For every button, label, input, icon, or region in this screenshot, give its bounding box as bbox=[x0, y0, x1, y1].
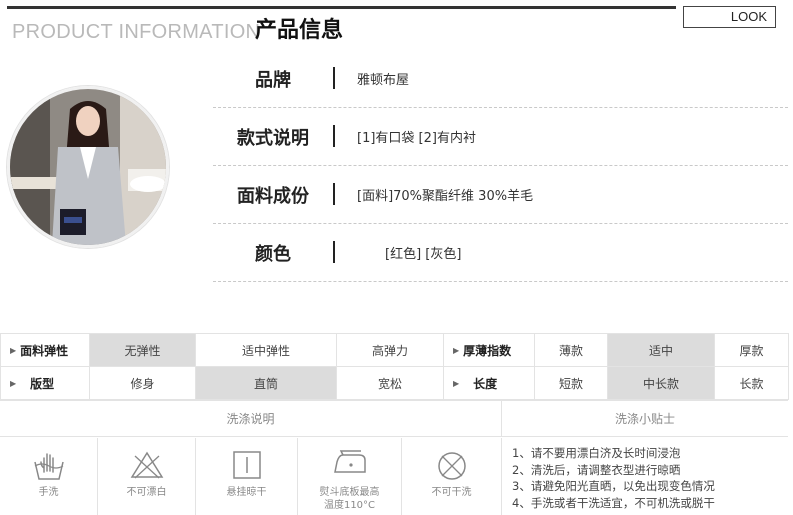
info-row-fabric: 面料成份 [面料]70%聚酯纤维 30%羊毛 bbox=[213, 168, 788, 224]
no-dry-clean-icon bbox=[437, 452, 466, 480]
info-value: [红色] [灰色] bbox=[385, 247, 462, 262]
iron-icon bbox=[333, 450, 366, 473]
wash-tips-list: 1、请不要用漂白济及长时间浸泡 2、清洗后，请调整衣型进行晾晒 3、请避免阳光直… bbox=[512, 445, 715, 511]
wash-icon-label: 手洗 bbox=[38, 487, 59, 498]
wash-tip: 3、请避免阳光直晒，以免出现变色情况 bbox=[512, 479, 715, 493]
header-title-cn: 产品信息 bbox=[255, 18, 344, 43]
info-divider bbox=[333, 67, 335, 89]
attribute-option: 厚款 bbox=[714, 333, 789, 367]
wash-tip: 2、清洗后，请调整衣型进行晾晒 bbox=[512, 462, 681, 477]
attribute-option: 宽松 bbox=[336, 366, 444, 400]
attribute-table: ▶ 面料弹性 无弹性 适中弹性 高弹力 ▶ 厚薄指数 薄款 适中 厚款 ▶ 版型 修身… bbox=[0, 333, 789, 400]
hand-wash-icon bbox=[33, 453, 64, 480]
wash-icon-label: 不可漂白 bbox=[126, 487, 167, 498]
wash-tip: 1、请不要用漂白济及长时间浸泡 bbox=[512, 446, 681, 460]
attribute-option: 高弹力 bbox=[336, 333, 444, 367]
header-rule bbox=[7, 6, 676, 9]
attribute-option: 直筒 bbox=[195, 366, 337, 400]
hang-dry-icon bbox=[232, 451, 261, 479]
look-button[interactable]: LOOK bbox=[683, 6, 776, 28]
product-photo bbox=[7, 86, 169, 248]
triangle-right-icon: ▶ bbox=[453, 345, 460, 355]
attribute-option: 中长款 bbox=[607, 366, 715, 400]
wash-icon-label: 悬挂晾干 bbox=[226, 487, 267, 498]
info-divider bbox=[333, 183, 335, 205]
info-divider bbox=[333, 241, 335, 263]
attribute-option: 无弹性 bbox=[89, 333, 196, 367]
attribute-option: 修身 bbox=[89, 366, 196, 400]
wash-icon-cell: 熨斗底板最高 温度110°C bbox=[298, 438, 402, 515]
triangle-right-icon: ▶ bbox=[10, 345, 17, 355]
attribute-option: 短款 bbox=[534, 366, 608, 400]
wash-icon-label: 熨斗底板最高 温度110°C bbox=[319, 487, 380, 511]
attribute-option: 适中 bbox=[607, 333, 715, 367]
attribute-row: ▶ 面料弹性 无弹性 适中弹性 高弹力 ▶ 厚薄指数 薄款 适中 厚款 bbox=[0, 333, 789, 367]
wash-icon-cell: 悬挂晾干 bbox=[196, 438, 298, 515]
info-value: 雅顿布屋 bbox=[357, 73, 410, 88]
info-label: 颜色 bbox=[255, 244, 291, 265]
attribute-option: 长款 bbox=[714, 366, 789, 400]
attribute-label: ▶ 面料弹性 bbox=[0, 333, 90, 367]
wash-section: 洗涤说明 洗涤小贴士 手洗 不可漂白 悬挂晾干 熨斗底板最高 温度110°C 不… bbox=[0, 400, 788, 515]
wash-tips-title: 洗涤小贴士 bbox=[502, 401, 788, 437]
attribute-label: ▶ 长度 bbox=[443, 366, 535, 400]
wash-instructions-title: 洗涤说明 bbox=[0, 401, 502, 437]
attribute-option: 适中弹性 bbox=[195, 333, 337, 367]
no-bleach-icon bbox=[130, 451, 163, 479]
info-label: 品牌 bbox=[255, 70, 291, 91]
info-divider bbox=[333, 125, 335, 147]
info-row-style: 款式说明 [1]有口袋 [2]有内衬 bbox=[213, 110, 788, 166]
header-title-en: PRODUCT INFORMATION bbox=[12, 21, 261, 43]
wash-icon-cell: 不可漂白 bbox=[98, 438, 196, 515]
info-value: [1]有口袋 [2]有内衬 bbox=[357, 131, 476, 146]
info-value: [面料]70%聚酯纤维 30%羊毛 bbox=[357, 189, 534, 204]
wash-icon-cell: 不可干洗 bbox=[402, 438, 502, 515]
attribute-row: ▶ 版型 修身 直筒 宽松 ▶ 长度 短款 中长款 长款 bbox=[0, 366, 789, 400]
info-label: 款式说明 bbox=[237, 128, 309, 149]
attribute-option: 薄款 bbox=[534, 333, 608, 367]
triangle-right-icon: ▶ bbox=[10, 378, 17, 388]
attribute-label: ▶ 版型 bbox=[0, 366, 90, 400]
wash-icon-label: 不可干洗 bbox=[431, 487, 472, 498]
triangle-right-icon: ▶ bbox=[453, 378, 460, 388]
wash-icon-cell: 手洗 bbox=[0, 438, 98, 515]
attribute-label: ▶ 厚薄指数 bbox=[443, 333, 535, 367]
info-row-color: 颜色 [红色] [灰色] bbox=[213, 226, 788, 282]
info-row-brand: 品牌 雅顿布屋 bbox=[213, 52, 788, 108]
wash-tip: 4、手洗或者干洗适宜，不可机洗或脱干 bbox=[512, 495, 715, 510]
info-label: 面料成份 bbox=[237, 186, 309, 207]
